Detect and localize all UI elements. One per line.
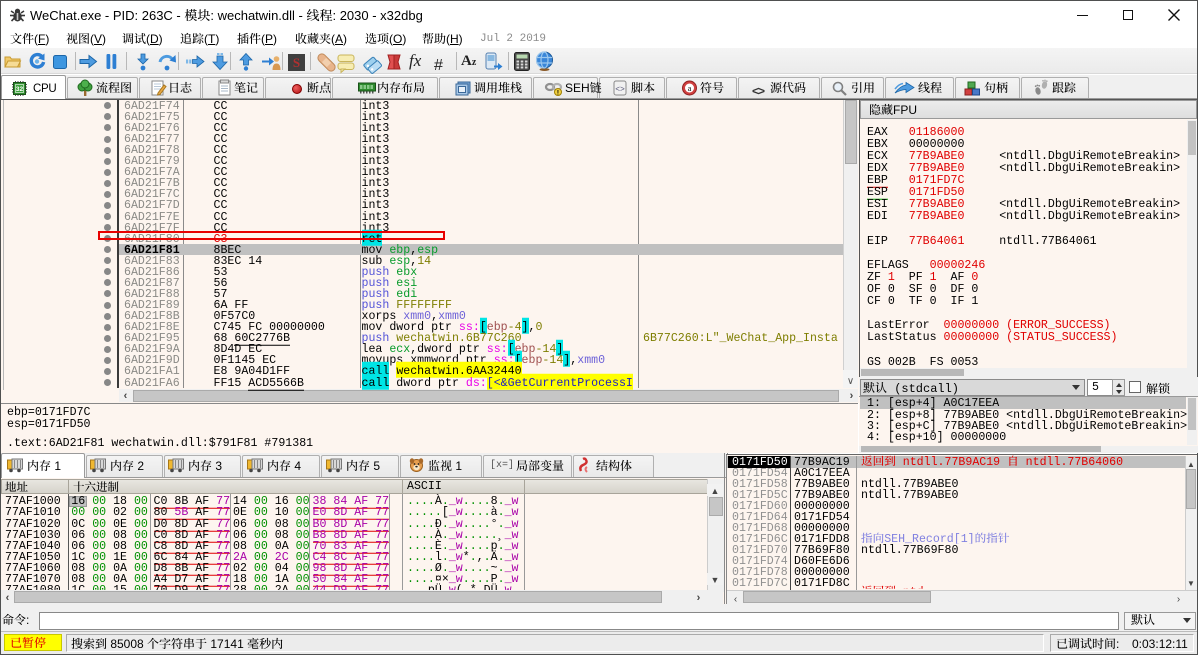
svg-text:S: S [293, 55, 300, 70]
svg-text:<>: <> [615, 86, 625, 95]
svg-text:!: ! [557, 90, 559, 97]
svg-text:a: a [688, 84, 692, 93]
svg-text:32: 32 [16, 86, 24, 93]
